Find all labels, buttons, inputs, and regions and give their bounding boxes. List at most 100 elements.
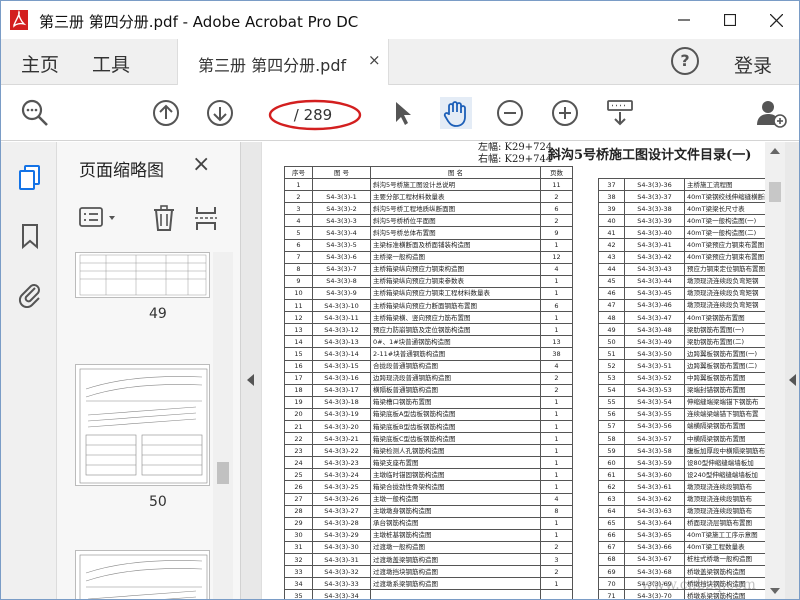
document-tab[interactable]: 第三册 第四分册.pdf × — [177, 39, 389, 85]
toc-cell: 57 — [598, 419, 625, 433]
document-scrollbar-thumb[interactable] — [769, 182, 781, 202]
login-button[interactable]: 登录 — [734, 51, 772, 78]
toc-cell: S4-3(3)-52 — [624, 371, 685, 385]
close-window-button[interactable] — [753, 1, 799, 39]
toc-cell: S4-3(3)-62 — [624, 492, 685, 506]
page-thumbnail-50[interactable] — [75, 364, 210, 486]
trash-icon[interactable] — [151, 204, 177, 232]
panel-collapse-handle[interactable] — [241, 142, 261, 599]
toc-cell: S4-3(3)-59 — [624, 456, 685, 470]
toc-cell: S4-3(3)-54 — [624, 395, 685, 409]
crop-pages-icon[interactable] — [193, 204, 219, 232]
scroll-up-icon[interactable] — [770, 146, 780, 154]
toc-cell: S4-3(3)-64 — [624, 516, 685, 530]
toc-cell: 墩顶现浇连续段负弯矩钢 — [684, 286, 766, 300]
toc-cell: S4-3(3)-51 — [624, 359, 685, 373]
toc-cell: 9 — [540, 226, 573, 240]
toc-cell: S4-3(3)-38 — [624, 202, 685, 216]
toc-row: 52 S4-3(3)-51 边跨翼板钢筋布置图(二) — [598, 359, 766, 373]
toc-cell: S4-3(3)-45 — [624, 286, 685, 300]
minimize-button[interactable] — [661, 1, 707, 39]
zoom-in-icon[interactable] — [549, 97, 581, 129]
options-menu-icon[interactable] — [79, 206, 119, 230]
page-display-icon[interactable] — [604, 97, 636, 129]
toc-row: 47 S4-3(3)-46 墩顶现浇连续段负弯矩钢 — [598, 298, 766, 313]
toc-row: 17 S4-3(3)-16 边跨现浇段普通钢筋构造图 2 — [284, 371, 573, 385]
toc-row: 24 S4-3(3)-23 箱梁支座布置图 1 — [284, 456, 573, 470]
toc-cell: S4-3(3)-30 — [312, 540, 371, 555]
menu-tools[interactable]: 工具 — [92, 50, 130, 77]
panel-close-button[interactable]: × — [192, 152, 210, 177]
toc-cell: S4-3(3)-21 — [312, 432, 371, 446]
toc-cell: 2 — [540, 371, 573, 385]
hand-tool-icon[interactable] — [440, 97, 472, 129]
search-zoom-icon[interactable] — [19, 97, 51, 129]
tab-close-button[interactable]: × — [368, 51, 381, 69]
toc-cell: 64 — [598, 504, 625, 518]
toc-cell: 63 — [598, 492, 625, 506]
toc-row: 45 S4-3(3)-44 墩顶现浇连续段负弯矩钢 — [598, 274, 766, 288]
toc-row: 64 S4-3(3)-63 墩顶现浇连续段钢筋布 — [598, 504, 766, 518]
toc-cell: S4-3(3)-40 — [624, 226, 685, 240]
toc-row: 61 S4-3(3)-60 设240型伸缩缝端墙板加 — [598, 468, 766, 482]
toc-row: 57 S4-3(3)-56 端横隔梁钢筋布置图 — [598, 419, 766, 433]
toc-cell: S4-3(3)-31 — [312, 552, 371, 567]
toc-cell: 2 — [540, 214, 573, 228]
toc-cell: S4-3(3)-33 — [312, 577, 371, 591]
toolbar: / 289 — [1, 86, 799, 141]
toc-cell: S4-3(3)-27 — [312, 504, 371, 518]
toc-cell: 16 — [284, 359, 313, 373]
title-bar: 第三册 第四分册.pdf - Adobe Acrobat Pro DC — [1, 1, 799, 39]
toc-cell: 箱梁底板A型齿板钢筋构造图 — [370, 407, 541, 421]
toc-cell: S4-3(3)-50 — [624, 347, 685, 361]
previous-page-icon[interactable] — [150, 97, 182, 129]
toc-cell: 3 — [284, 202, 313, 216]
toc-cell: S4-3(3)-17 — [312, 383, 371, 397]
toc-cell: S4-3(3)-20 — [312, 419, 371, 434]
navigation-rail — [1, 142, 57, 599]
thumbnail-scrollbar-thumb[interactable] — [217, 462, 229, 484]
bookmark-icon[interactable] — [17, 222, 43, 250]
toc-row: 63 S4-3(3)-62 墩顶现浇连续段钢筋布 — [598, 492, 766, 506]
thumbnail-scrollbar[interactable] — [213, 252, 233, 599]
help-button[interactable]: ? — [671, 47, 699, 75]
acrobat-app-icon[interactable] — [9, 9, 29, 31]
toc-row: 26 S4-3(3)-25 箱梁合拢劲性骨架构造图 1 — [284, 480, 573, 494]
select-cursor-icon[interactable] — [387, 97, 419, 129]
toc-cell: 梁端封锚钢筋布置图 — [684, 383, 766, 397]
toc-cell: S4-3(3)-25 — [312, 480, 371, 494]
add-user-icon[interactable] — [755, 97, 787, 129]
menu-home[interactable]: 主页 — [21, 50, 59, 77]
next-page-icon[interactable] — [204, 97, 236, 129]
close-icon — [769, 13, 783, 27]
toc-cell: 8 — [284, 262, 313, 276]
page-thumbnails-icon[interactable] — [17, 164, 43, 192]
toc-cell: S4-3(3)-66 — [624, 540, 685, 554]
toc-cell: 10 — [284, 286, 313, 301]
attachment-icon[interactable] — [17, 280, 43, 308]
document-title: 斜沟5号桥施工图设计文件目录(一) — [548, 148, 752, 163]
document-scrollbar[interactable] — [765, 142, 785, 599]
red-annotation-ellipse — [268, 99, 362, 131]
toc-cell: 44 — [598, 262, 625, 276]
pdf-page: 左幅: K29+724 右幅: K29+744 斜沟5号桥施工图设计文件目录(一… — [262, 142, 766, 599]
document-view[interactable]: 左幅: K29+724 右幅: K29+744 斜沟5号桥施工图设计文件目录(一… — [261, 142, 799, 599]
page-thumbnail-51[interactable] — [75, 550, 210, 599]
toc-cell: 38 — [598, 190, 625, 204]
toc-row: 23 S4-3(3)-22 箱梁检测人孔钢筋构造图 1 — [284, 444, 573, 458]
scroll-down-icon[interactable] — [770, 588, 780, 596]
toc-cell: 49 — [598, 323, 625, 337]
toc-cell: 端横隔梁钢筋布置图 — [684, 419, 766, 433]
toc-cell: 墩顶现浇连续段负弯矩钢 — [684, 298, 766, 313]
toc-cell — [370, 589, 541, 599]
page-thumbnail-49[interactable] — [75, 252, 210, 298]
toc-cell: 设80型伸缩缝端墙板加 — [684, 456, 766, 470]
maximize-button[interactable] — [707, 1, 753, 39]
toc-cell: 1 — [284, 178, 313, 192]
toc-cell: 横隔板普通钢筋构造图 — [370, 383, 541, 397]
toc-cell: S4-3(3)-12 — [312, 323, 371, 337]
toc-cell: S4-3(3)-2 — [312, 202, 371, 216]
right-panel-handle[interactable] — [785, 142, 799, 599]
zoom-out-icon[interactable] — [494, 97, 526, 129]
toc-row: 25 S4-3(3)-24 主墩临时锚固钢筋构造图 1 — [284, 468, 573, 482]
